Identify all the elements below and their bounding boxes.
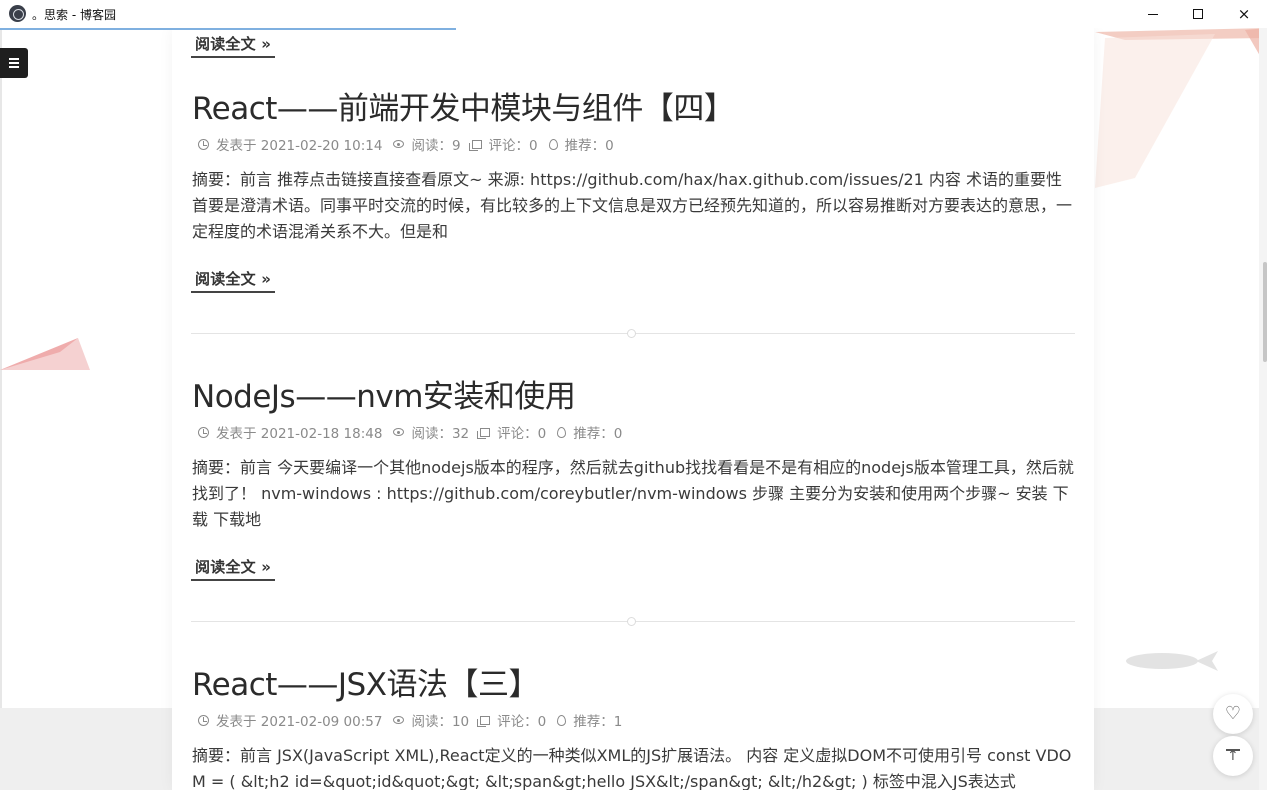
- post-divider: [191, 329, 1075, 338]
- like-button[interactable]: ♡: [1213, 694, 1253, 734]
- post-summary: 摘要：前言 JSX(JavaScript XML),React定义的一种类似XM…: [192, 746, 1072, 790]
- comment-count: 评论：0: [497, 426, 547, 442]
- post-date: 发表于 2021-02-18 18:48: [216, 426, 383, 442]
- eye-icon: [393, 140, 405, 148]
- eye-icon: [393, 716, 405, 724]
- post-date: 发表于 2021-02-20 10:14: [216, 138, 383, 154]
- decorative-paper-plane-left: [0, 338, 90, 370]
- page-load-progress: [0, 28, 456, 30]
- hamburger-icon-line: [9, 66, 19, 68]
- back-to-top-button[interactable]: [1213, 736, 1253, 776]
- divider-dot: [627, 617, 636, 626]
- hamburger-icon: [9, 58, 19, 60]
- maximize-icon: [1193, 9, 1203, 19]
- recommend-count: 推荐：0: [573, 426, 623, 442]
- clock-icon: [198, 714, 209, 726]
- post-summary: 摘要：前言 推荐点击链接直接查看原文~ 来源: https://github.c…: [192, 170, 1073, 241]
- eye-icon: [393, 428, 405, 436]
- vertical-scrollbar-thumb[interactable]: [1263, 262, 1267, 362]
- comment-icon: [477, 427, 491, 439]
- recommend-icon: [557, 714, 567, 726]
- hamburger-icon-line: [9, 62, 19, 64]
- post-summary: 摘要：前言 今天要编译一个其他nodejs版本的程序，然后就去github找找看…: [192, 458, 1074, 529]
- recommend-count: 推荐：1: [573, 714, 623, 730]
- maximize-button[interactable]: [1175, 0, 1221, 28]
- close-button[interactable]: ×: [1221, 0, 1267, 28]
- post-title[interactable]: React——JSX语法【三】: [192, 659, 539, 704]
- comment-count: 评论：0: [497, 714, 547, 730]
- window-titlebar: 。思索 - 博客园 ×: [0, 0, 1267, 30]
- comment-icon: [477, 715, 491, 727]
- decorative-fish: [1126, 651, 1218, 671]
- minimize-icon: [1148, 13, 1158, 15]
- post-list: 阅读全文 » React——前端开发中模块与组件【四】 发表于 2021-02-…: [172, 28, 1094, 790]
- comment-icon: [468, 139, 482, 151]
- post-divider: [191, 617, 1075, 626]
- recommend-icon: [557, 426, 567, 438]
- close-icon: ×: [1237, 4, 1251, 23]
- decorative-ribbon-right: [1095, 28, 1267, 188]
- post-title[interactable]: NodeJs——nvm安装和使用: [192, 371, 576, 416]
- clock-icon: [198, 138, 209, 150]
- arrow-to-top-icon: [1226, 748, 1240, 764]
- divider-dot: [627, 329, 636, 338]
- post-date: 发表于 2021-02-09 00:57: [216, 714, 383, 730]
- heart-icon: ♡: [1224, 703, 1242, 724]
- read-more-link[interactable]: 阅读全文 »: [191, 33, 276, 58]
- comment-count: 评论：0: [488, 138, 538, 154]
- post-meta: 发表于 2021-02-09 00:57 阅读：10 评论：0 推荐：1: [198, 710, 633, 730]
- minimize-button[interactable]: [1130, 0, 1176, 28]
- post-meta: 发表于 2021-02-20 10:14 阅读：9 评论：0 推荐：0: [198, 134, 625, 154]
- view-count: 阅读：32: [411, 426, 470, 442]
- hamburger-menu-button[interactable]: [0, 48, 28, 78]
- post-meta: 发表于 2021-02-18 18:48 阅读：32 评论：0 推荐：0: [198, 422, 633, 442]
- vertical-scrollbar-track[interactable]: [1259, 28, 1267, 790]
- view-count: 阅读：9: [411, 138, 461, 154]
- view-count: 阅读：10: [411, 714, 470, 730]
- recommend-icon: [548, 138, 558, 150]
- app-icon: [9, 5, 26, 22]
- read-more-link[interactable]: 阅读全文 »: [191, 556, 276, 581]
- recommend-count: 推荐：0: [564, 138, 614, 154]
- clock-icon: [198, 426, 209, 438]
- post-title[interactable]: React——前端开发中模块与组件【四】: [192, 83, 735, 128]
- window-title: 。思索 - 博客园: [32, 8, 116, 22]
- read-more-link[interactable]: 阅读全文 »: [191, 268, 276, 293]
